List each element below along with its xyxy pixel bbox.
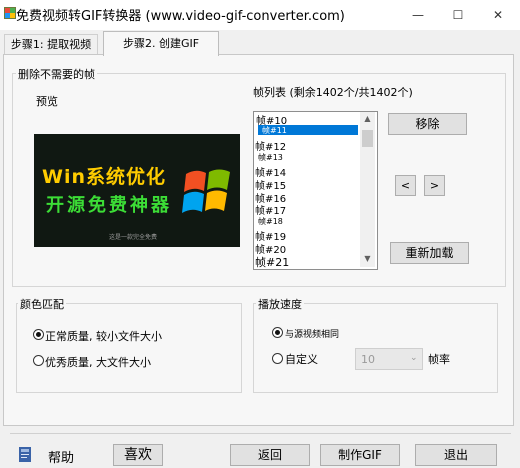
preview-image: Win系统优化 开源免费神器 这是一款完全免费 <box>34 134 240 247</box>
custom-speed-label[interactable]: 自定义 <box>285 351 318 367</box>
minimize-button[interactable]: — <box>398 0 438 30</box>
fps-select[interactable]: 10 ⌄ <box>355 348 423 370</box>
preview-text-line2: 开源免费神器 <box>46 195 172 216</box>
same-as-source-label[interactable]: 与源视频相同 <box>285 327 339 340</box>
windows-logo <box>182 164 234 223</box>
window-title: 免费视频转GIF转换器 (www.video-gif-converter.com… <box>16 9 345 24</box>
chevron-down-icon: ⌄ <box>410 353 418 363</box>
list-item[interactable]: 帧#13 <box>258 152 283 163</box>
scroll-down-icon[interactable]: ▼ <box>360 252 375 266</box>
frame-list-label: 帧列表 (剩余1402个/共1402个) <box>253 86 413 99</box>
footer-divider <box>10 433 511 434</box>
remove-button[interactable]: 移除 <box>388 113 467 135</box>
remove-frames-label: 删除不需要的帧 <box>16 66 97 82</box>
make-gif-button[interactable]: 制作GIF <box>320 444 400 466</box>
tab-create-gif[interactable]: 步骤2. 创建GIF <box>103 31 219 56</box>
custom-speed-radio[interactable] <box>272 353 283 364</box>
close-icon: ✕ <box>492 8 504 22</box>
fps-value: 10 <box>361 353 375 366</box>
excellent-quality-label[interactable]: 优秀质量, 大文件大小 <box>45 354 151 370</box>
excellent-quality-radio[interactable] <box>33 355 44 366</box>
preview-text-line1: Win系统优化 <box>42 166 166 188</box>
next-frame-button[interactable]: > <box>424 175 445 196</box>
list-item[interactable]: 帧#17 <box>255 202 286 217</box>
list-item[interactable]: 帧#12 <box>255 138 286 153</box>
maximize-icon: ☐ <box>452 8 464 22</box>
tab-extract-video[interactable]: 步骤1: 提取视频 <box>4 34 98 55</box>
playback-speed-label: 播放速度 <box>256 296 304 312</box>
prev-frame-button[interactable]: < <box>395 175 416 196</box>
like-button[interactable]: 喜欢 <box>113 444 163 466</box>
reload-button[interactable]: 重新加载 <box>390 242 469 264</box>
scroll-thumb[interactable] <box>362 130 373 147</box>
help-icon <box>19 447 31 465</box>
color-match-label: 颜色匹配 <box>18 296 66 312</box>
help-link[interactable]: 帮助 <box>48 447 74 466</box>
close-button[interactable]: ✕ <box>478 0 518 30</box>
normal-quality-radio[interactable] <box>33 329 44 340</box>
preview-caption: 这是一款完全免费 <box>109 234 158 241</box>
normal-quality-label[interactable]: 正常质量, 较小文件大小 <box>45 328 162 344</box>
title-bar: 免费视频转GIF转换器 (www.video-gif-converter.com… <box>0 0 520 30</box>
preview-label: 预览 <box>36 95 58 108</box>
fps-label: 帧率 <box>428 353 450 366</box>
list-item-selected[interactable]: 帧#11 <box>262 125 287 136</box>
same-as-source-radio[interactable] <box>272 327 283 338</box>
scroll-up-icon[interactable]: ▲ <box>360 112 375 126</box>
maximize-button[interactable]: ☐ <box>438 0 478 30</box>
list-item[interactable]: 帧#18 <box>258 216 283 227</box>
minimize-icon: — <box>412 8 424 22</box>
exit-button[interactable]: 退出 <box>415 444 497 466</box>
app-icon <box>4 7 16 19</box>
color-match-group <box>16 303 242 393</box>
back-button[interactable]: 返回 <box>230 444 310 466</box>
list-item[interactable]: 帧#21 <box>255 254 289 270</box>
